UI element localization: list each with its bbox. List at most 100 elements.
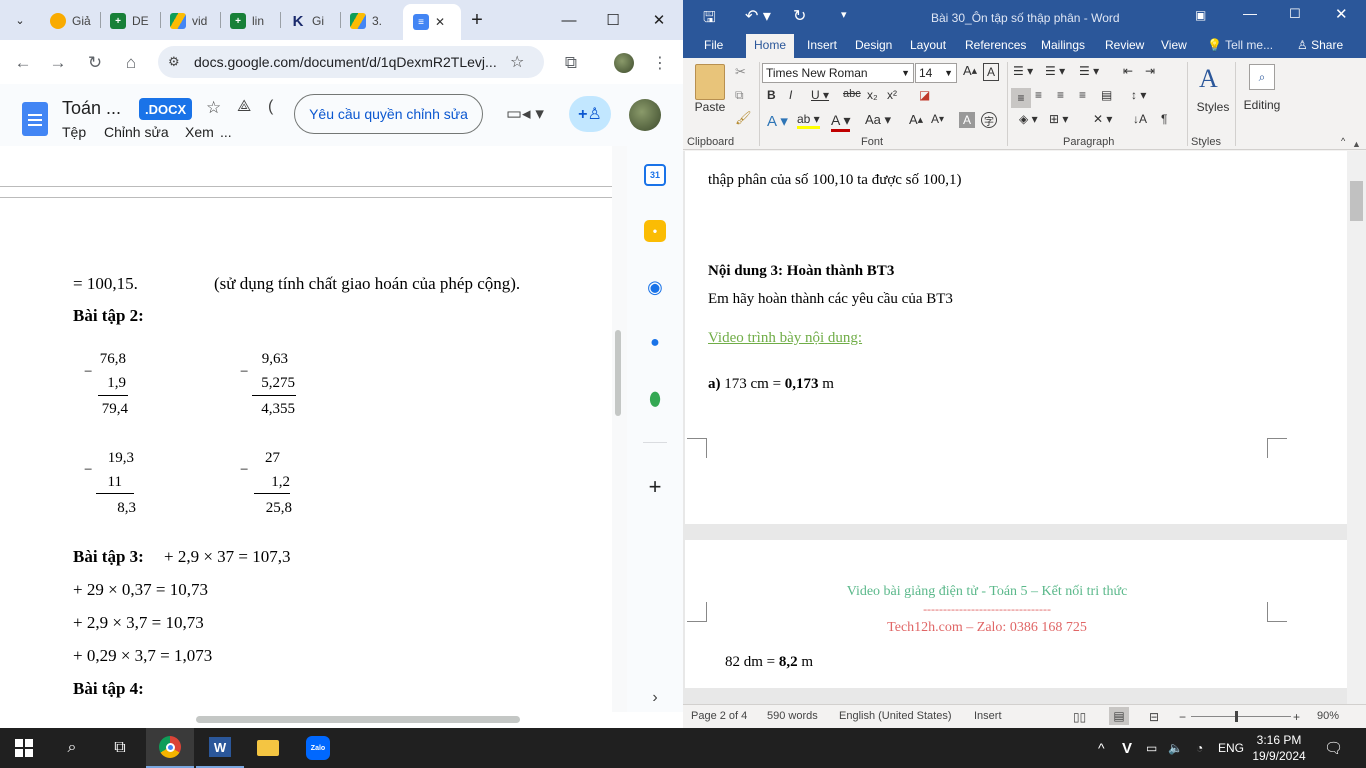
maximize-icon[interactable]: ☐ (1289, 6, 1301, 22)
bullets-icon[interactable]: ☰ ▾ (1013, 64, 1033, 78)
font-size-case-icon[interactable]: Aa ▾ (865, 112, 891, 128)
scroll-thumb[interactable] (1350, 181, 1363, 221)
grow-font-icon[interactable]: A ▴ (963, 63, 977, 78)
save-icon[interactable]: 🖫 (703, 7, 716, 32)
star-icon[interactable]: ☆ (206, 98, 221, 118)
insert-mode[interactable]: Insert (974, 710, 1002, 722)
sort-icon[interactable]: ↓A (1133, 112, 1147, 126)
tab-2[interactable]: + DE (110, 8, 149, 34)
scroll-thumb[interactable] (615, 330, 621, 416)
profile-avatar[interactable] (614, 53, 634, 73)
line-spacing-icon[interactable]: ↕ ▾ (1131, 88, 1146, 102)
site-info-icon[interactable]: ⚙ (168, 54, 180, 70)
borders-icon[interactable]: ⊞ ▾ (1049, 112, 1068, 126)
numbering-icon[interactable]: ☰ ▾ (1045, 64, 1065, 78)
show-hidden-icons-icon[interactable]: ^ (1098, 728, 1105, 768)
font-color-icon[interactable]: A ▾ (831, 112, 851, 132)
maps-icon[interactable]: ⬮ (644, 388, 666, 410)
minimize-icon[interactable]: — (1243, 5, 1257, 21)
tab-search-icon[interactable]: ⌄ (6, 8, 34, 32)
show-hide-marks-icon[interactable]: ¶ (1161, 112, 1167, 126)
tab-file[interactable]: File (704, 38, 723, 52)
add-addon-icon[interactable]: + (644, 474, 666, 499)
search-icon[interactable]: ⌕ (48, 728, 96, 768)
menu-view[interactable]: Xem (185, 124, 214, 140)
back-icon[interactable]: ← (10, 50, 36, 76)
request-edit-button[interactable]: Yêu cầu quyền chỉnh sửa (294, 94, 483, 134)
menu-edit[interactable]: Chỉnh sửa (104, 124, 169, 140)
meet-video-icon[interactable]: ▭◂ ▾ (506, 104, 544, 124)
print-layout-icon[interactable]: ▤ (1109, 707, 1129, 725)
align-center-icon[interactable]: ≡ (1035, 88, 1042, 102)
menu-kebab-icon[interactable]: ⋮ (647, 50, 673, 76)
calendar-icon[interactable]: 31 (644, 164, 666, 186)
web-layout-icon[interactable]: ⊟ (1149, 710, 1159, 724)
word-taskbar-icon[interactable]: W (196, 728, 244, 768)
zoom-slider[interactable] (1191, 716, 1291, 717)
tab-mailings[interactable]: Mailings (1041, 38, 1085, 52)
tab-3[interactable]: vid (170, 8, 207, 34)
forward-icon[interactable]: → (45, 50, 71, 76)
asian-layout-icon[interactable]: ✕ ▾ (1093, 112, 1112, 126)
tell-me-search[interactable]: 💡 Tell me... (1207, 38, 1273, 52)
tab-1[interactable]: Giả (50, 8, 91, 34)
move-to-drive-icon[interactable]: ⟁ (237, 98, 251, 116)
contacts-icon[interactable]: ● (644, 332, 666, 354)
cut-icon[interactable]: ✂ (735, 64, 746, 80)
vertical-scrollbar[interactable] (612, 146, 627, 712)
address-bar[interactable]: ⚙ docs.google.com/document/d/1qDexmR2TLe… (158, 46, 544, 78)
notifications-icon[interactable]: 🗨 (1324, 728, 1343, 768)
copy-icon[interactable]: ⧉ (735, 88, 744, 103)
zalo-taskbar-icon[interactable]: Zalo (294, 728, 342, 768)
zoom-out-icon[interactable]: − (1179, 710, 1186, 724)
reload-icon[interactable]: ↻ (82, 50, 108, 76)
page-count[interactable]: Page 2 of 4 (691, 710, 747, 722)
undo-icon[interactable]: ↶ ▾ (745, 6, 771, 26)
paste-button[interactable]: Paste (691, 100, 729, 114)
paste-icon[interactable] (695, 64, 725, 100)
distributed-icon[interactable]: ▤ (1101, 88, 1112, 102)
collapse-ribbon-icon[interactable]: ^ (1341, 136, 1345, 146)
tab-6[interactable]: 3. (350, 8, 382, 34)
language[interactable]: English (United States) (839, 710, 952, 722)
subscript-icon[interactable]: x₂ (867, 88, 878, 102)
bookmark-star-icon[interactable]: ☆ (510, 52, 524, 72)
scroll-thumb[interactable] (196, 716, 520, 723)
align-left-icon[interactable]: ≡ (1011, 88, 1031, 108)
keep-icon[interactable]: • (644, 220, 666, 242)
cloud-status-icon[interactable]: ( (268, 98, 273, 116)
language-indicator[interactable]: ENG (1218, 728, 1244, 768)
increase-font-icon[interactable]: A ▴ (909, 112, 923, 127)
horizontal-scrollbar[interactable] (0, 712, 683, 728)
zoom-level[interactable]: 90% (1317, 710, 1339, 722)
font-name-box[interactable]: Times New Roman ▼ (762, 63, 914, 83)
close-tab-icon[interactable]: ✕ (435, 15, 445, 29)
tab-home[interactable]: Home (746, 34, 795, 58)
zoom-slider-thumb[interactable] (1235, 711, 1238, 722)
tab-references[interactable]: References (965, 38, 1026, 52)
close-window-icon[interactable]: ✕ (1335, 5, 1348, 23)
zoom-in-icon[interactable]: + (1293, 710, 1300, 724)
menu-more[interactable]: ... (220, 124, 232, 140)
share-button[interactable]: ♙ Share (1297, 38, 1343, 52)
strikethrough-icon[interactable]: abc (843, 88, 861, 100)
read-mode-icon[interactable]: ▯▯ (1073, 710, 1086, 724)
maximize-icon[interactable]: ☐ (599, 8, 627, 32)
chevron-right-icon[interactable]: › (644, 687, 666, 709)
task-view-icon[interactable]: ⧉ (96, 728, 144, 768)
scroll-up-icon[interactable]: ▲ (1352, 139, 1361, 149)
file-explorer-icon[interactable] (244, 728, 292, 768)
word-vertical-scrollbar[interactable]: ▲ (1347, 139, 1366, 704)
volume-icon[interactable]: 🔈 (1168, 728, 1183, 768)
shading-icon[interactable]: ◈ ▾ (1019, 112, 1038, 126)
character-shading-icon[interactable]: A (959, 112, 975, 128)
align-right-icon[interactable]: ≡ (1057, 88, 1064, 102)
docs-logo-icon[interactable] (22, 102, 48, 136)
share-person-icon[interactable]: +♙ (569, 96, 611, 132)
tab-4[interactable]: + lin (230, 8, 264, 34)
battery-icon[interactable]: ▭ (1146, 728, 1157, 768)
tab-layout[interactable]: Layout (910, 38, 946, 52)
tab-5[interactable]: K Gi (290, 8, 324, 34)
minimize-icon[interactable]: — (555, 8, 583, 32)
customize-qat-icon[interactable]: ▾ (841, 8, 847, 21)
